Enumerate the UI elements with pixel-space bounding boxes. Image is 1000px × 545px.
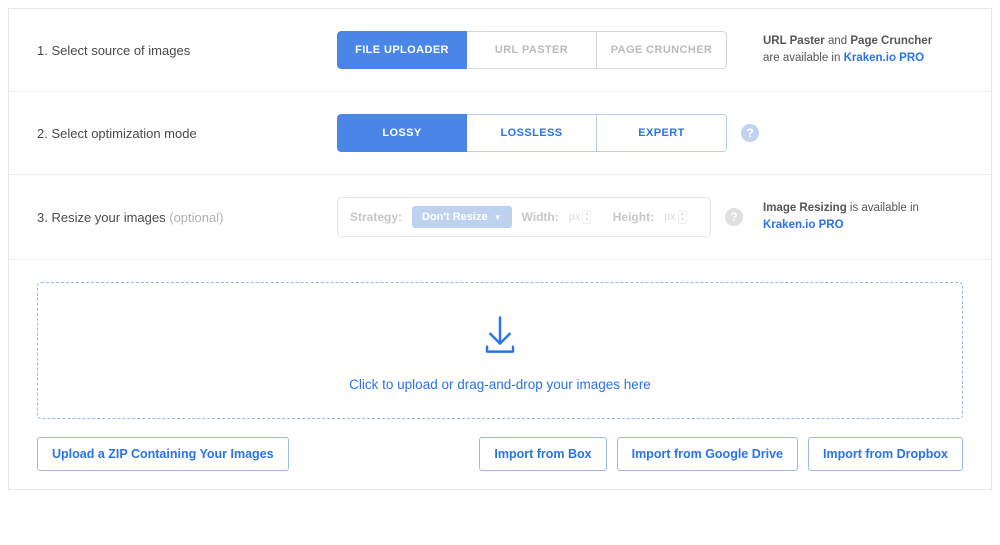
tab-file-uploader[interactable]: FILE UPLOADER bbox=[337, 31, 467, 69]
source-segmented: FILE UPLOADER URL PASTER PAGE CRUNCHER bbox=[337, 31, 727, 69]
help-icon[interactable]: ? bbox=[725, 208, 743, 226]
pro-link[interactable]: Kraken.io PRO bbox=[763, 219, 844, 231]
step1-info: URL Paster and Page Cruncher are availab… bbox=[763, 33, 963, 68]
tab-page-cruncher[interactable]: PAGE CRUNCHER bbox=[597, 31, 727, 69]
upload-icon bbox=[474, 311, 526, 363]
step3-label: 3. Resize your images (optional) bbox=[37, 210, 337, 225]
import-box-button[interactable]: Import from Box bbox=[479, 437, 606, 471]
chevron-down-icon: ▼ bbox=[494, 213, 502, 222]
step3-controls: Strategy: Don't Resize ▼ Width: px ▴▾ He… bbox=[337, 197, 763, 237]
step-source: 1. Select source of images FILE UPLOADER… bbox=[9, 9, 991, 92]
mode-segmented: LOSSY LOSSLESS EXPERT bbox=[337, 114, 727, 152]
height-input[interactable]: px ▴▾ bbox=[664, 210, 698, 224]
dropzone[interactable]: Click to upload or drag-and-drop your im… bbox=[37, 282, 963, 419]
width-input[interactable]: px ▴▾ bbox=[569, 210, 603, 224]
help-icon[interactable]: ? bbox=[741, 124, 759, 142]
step3-info: Image Resizing is available in Kraken.io… bbox=[763, 200, 963, 235]
step2-label: 2. Select optimization mode bbox=[37, 126, 337, 141]
pro-link[interactable]: Kraken.io PRO bbox=[844, 52, 925, 64]
tab-lossy[interactable]: LOSSY bbox=[337, 114, 467, 152]
dropzone-text: Click to upload or drag-and-drop your im… bbox=[349, 377, 651, 392]
spinner-icon: ▴▾ bbox=[678, 210, 687, 224]
import-dropbox-button[interactable]: Import from Dropbox bbox=[808, 437, 963, 471]
step-mode: 2. Select optimization mode LOSSY LOSSLE… bbox=[9, 92, 991, 175]
step2-controls: LOSSY LOSSLESS EXPERT ? bbox=[337, 114, 763, 152]
tab-expert[interactable]: EXPERT bbox=[597, 114, 727, 152]
settings-panel: 1. Select source of images FILE UPLOADER… bbox=[8, 8, 992, 490]
height-label: Height: bbox=[613, 210, 654, 224]
tab-url-paster[interactable]: URL PASTER bbox=[467, 31, 597, 69]
step-resize: 3. Resize your images (optional) Strateg… bbox=[9, 175, 991, 260]
spinner-icon: ▴▾ bbox=[582, 210, 591, 224]
step1-controls: FILE UPLOADER URL PASTER PAGE CRUNCHER bbox=[337, 31, 763, 69]
upload-section: Click to upload or drag-and-drop your im… bbox=[9, 260, 991, 489]
import-actions: Upload a ZIP Containing Your Images Impo… bbox=[37, 437, 963, 471]
width-label: Width: bbox=[522, 210, 559, 224]
tab-lossless[interactable]: LOSSLESS bbox=[467, 114, 597, 152]
strategy-label: Strategy: bbox=[350, 210, 402, 224]
strategy-select[interactable]: Don't Resize ▼ bbox=[412, 206, 512, 228]
step1-label: 1. Select source of images bbox=[37, 43, 337, 58]
resize-options: Strategy: Don't Resize ▼ Width: px ▴▾ He… bbox=[337, 197, 711, 237]
import-gdrive-button[interactable]: Import from Google Drive bbox=[617, 437, 798, 471]
upload-zip-button[interactable]: Upload a ZIP Containing Your Images bbox=[37, 437, 289, 471]
